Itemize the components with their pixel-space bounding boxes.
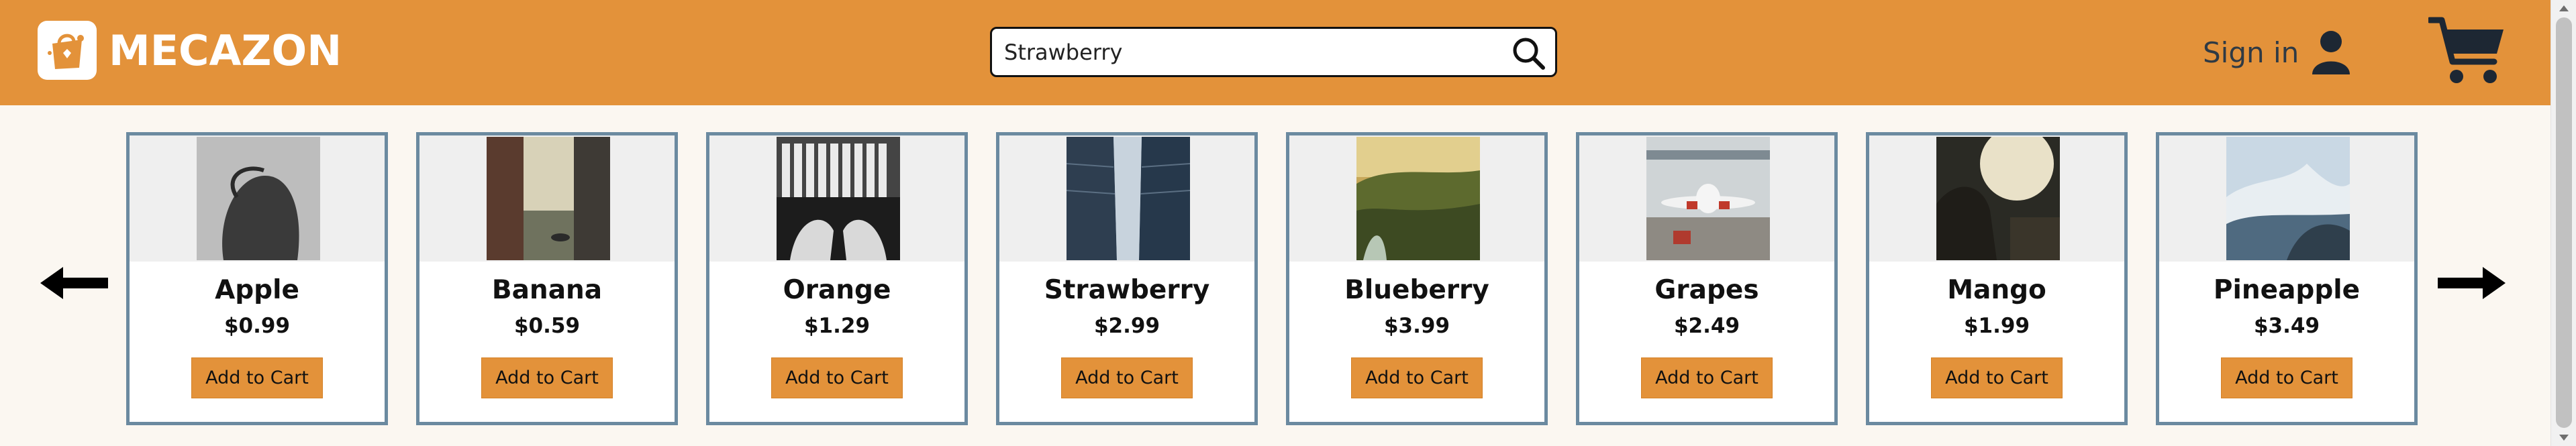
user-icon — [2312, 31, 2350, 74]
add-to-cart-button[interactable]: Add to Cart — [771, 357, 903, 398]
product-image-frame — [2159, 135, 2414, 262]
product-name: Blueberry — [1344, 275, 1489, 305]
scroll-down-arrow-icon[interactable] — [2559, 435, 2569, 441]
site-header: MECAZON Sign in — [0, 0, 2550, 105]
product-image-frame — [419, 135, 675, 262]
product-name: Pineapple — [2213, 275, 2361, 305]
product-image[interactable] — [777, 137, 900, 260]
product-image-frame — [1579, 135, 1834, 262]
product-card: Strawberry $2.99 Add to Cart — [996, 132, 1258, 425]
search-input[interactable] — [1004, 29, 1501, 75]
product-name: Grapes — [1654, 275, 1759, 305]
product-card: Banana $0.59 Add to Cart — [416, 132, 678, 425]
product-card: Grapes $2.49 Add to Cart — [1576, 132, 1838, 425]
brand-logo[interactable]: MECAZON — [38, 20, 342, 80]
product-image[interactable] — [1936, 137, 2060, 260]
sign-in-link[interactable]: Sign in — [2203, 25, 2351, 79]
add-to-cart-button[interactable]: Add to Cart — [191, 357, 323, 398]
arrow-left-icon — [40, 267, 108, 299]
add-to-cart-button[interactable]: Add to Cart — [2221, 357, 2352, 398]
product-image[interactable] — [2226, 137, 2350, 260]
brand-name: MECAZON — [109, 25, 342, 75]
scrollbar-thumb[interactable] — [2556, 17, 2572, 428]
product-name: Strawberry — [1044, 275, 1210, 305]
product-price: $3.49 — [2253, 314, 2320, 338]
product-price: $0.59 — [513, 314, 581, 338]
product-image[interactable] — [1067, 137, 1190, 260]
product-image[interactable] — [1356, 137, 1480, 260]
product-card: Mango $1.99 Add to Cart — [1866, 132, 2128, 425]
product-image-frame — [709, 135, 964, 262]
cart-icon — [2426, 17, 2504, 83]
carousel-prev-button[interactable] — [39, 263, 109, 303]
product-price: $1.99 — [1963, 314, 2030, 338]
product-card: Apple $0.99 Add to Cart — [126, 132, 388, 425]
scroll-up-arrow-icon[interactable] — [2559, 5, 2569, 11]
product-card: Blueberry $3.99 Add to Cart — [1286, 132, 1548, 425]
product-name: Apple — [215, 275, 299, 305]
arrow-right-icon — [2438, 267, 2506, 299]
product-image-frame — [1289, 135, 1544, 262]
carousel-next-button[interactable] — [2436, 263, 2507, 303]
product-price: $0.99 — [224, 314, 291, 338]
product-name: Mango — [1947, 275, 2046, 305]
product-price: $2.49 — [1673, 314, 1740, 338]
add-to-cart-button[interactable]: Add to Cart — [1351, 357, 1483, 398]
add-to-cart-button[interactable]: Add to Cart — [1061, 357, 1193, 398]
product-image-frame — [130, 135, 385, 262]
product-image-frame — [1869, 135, 2124, 262]
product-name: Orange — [783, 275, 891, 305]
product-image[interactable] — [1646, 137, 1770, 260]
product-card: Orange $1.29 Add to Cart — [706, 132, 968, 425]
vertical-scrollbar[interactable] — [2550, 0, 2576, 446]
product-price: $2.99 — [1093, 314, 1160, 338]
sign-in-label: Sign in — [2203, 36, 2299, 69]
product-image[interactable] — [487, 137, 610, 260]
product-price: $1.29 — [803, 314, 871, 338]
add-to-cart-button[interactable]: Add to Cart — [1931, 357, 2063, 398]
search-icon[interactable] — [1511, 36, 1546, 70]
shopping-bag-logo-icon — [38, 21, 97, 80]
product-name: Banana — [491, 275, 603, 305]
add-to-cart-button[interactable]: Add to Cart — [481, 357, 613, 398]
product-card: Pineapple $3.49 Add to Cart — [2156, 132, 2418, 425]
product-image-frame — [999, 135, 1254, 262]
search-bar — [990, 27, 1557, 77]
product-price: $3.99 — [1383, 314, 1450, 338]
product-image[interactable] — [197, 137, 320, 260]
cart-button[interactable] — [2426, 15, 2506, 85]
add-to-cart-button[interactable]: Add to Cart — [1641, 357, 1773, 398]
